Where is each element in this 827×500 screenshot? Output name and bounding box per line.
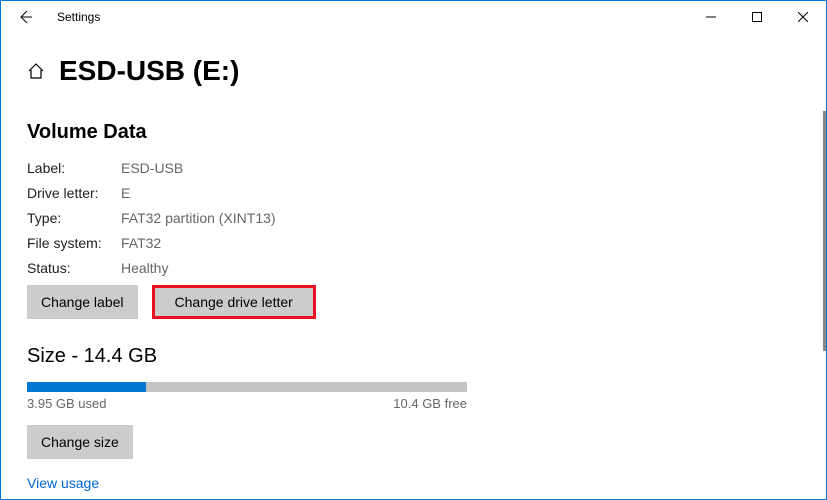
type-value: FAT32 partition (XINT13) xyxy=(121,210,276,226)
change-drive-letter-button[interactable]: Change drive letter xyxy=(152,285,316,319)
status-key: Status: xyxy=(27,260,121,276)
window-title: Settings xyxy=(57,10,100,24)
minimize-button[interactable] xyxy=(688,1,734,33)
label-key: Label: xyxy=(27,160,121,176)
size-section: Size - 14.4 GB 3.95 GB used 10.4 GB free… xyxy=(27,345,826,491)
change-size-button[interactable]: Change size xyxy=(27,425,133,459)
size-heading: Size - 14.4 GB xyxy=(27,345,826,368)
content-area: ESD-USB (E:) Volume Data Label: ESD-USB … xyxy=(1,33,826,491)
free-text: 10.4 GB free xyxy=(393,396,467,411)
label-value: ESD-USB xyxy=(121,160,183,176)
filesystem-value: FAT32 xyxy=(121,235,161,251)
volume-button-row: Change label Change drive letter xyxy=(27,285,826,319)
status-value: Healthy xyxy=(121,260,168,276)
drive-letter-key: Drive letter: xyxy=(27,185,121,201)
label-row: Label: ESD-USB xyxy=(27,160,826,176)
change-label-button[interactable]: Change label xyxy=(27,285,138,319)
storage-progress-bar xyxy=(27,382,467,392)
page-header: ESD-USB (E:) xyxy=(27,55,826,87)
volume-data-table: Label: ESD-USB Drive letter: E Type: FAT… xyxy=(27,160,826,276)
page-title: ESD-USB (E:) xyxy=(59,55,239,87)
status-row: Status: Healthy xyxy=(27,260,826,276)
drive-letter-row: Drive letter: E xyxy=(27,185,826,201)
close-button[interactable] xyxy=(780,1,826,33)
window-controls xyxy=(688,1,826,33)
drive-letter-value: E xyxy=(121,185,130,201)
used-text: 3.95 GB used xyxy=(27,396,107,411)
type-key: Type: xyxy=(27,210,121,226)
filesystem-key: File system: xyxy=(27,235,121,251)
maximize-button[interactable] xyxy=(734,1,780,33)
scrollbar[interactable] xyxy=(823,111,826,351)
usage-labels: 3.95 GB used 10.4 GB free xyxy=(27,396,467,411)
maximize-icon xyxy=(752,12,762,22)
minimize-icon xyxy=(706,12,716,22)
back-button[interactable] xyxy=(11,3,39,31)
filesystem-row: File system: FAT32 xyxy=(27,235,826,251)
type-row: Type: FAT32 partition (XINT13) xyxy=(27,210,826,226)
home-icon[interactable] xyxy=(27,62,45,85)
volume-data-heading: Volume Data xyxy=(27,121,826,144)
view-usage-link[interactable]: View usage xyxy=(27,475,826,491)
arrow-left-icon xyxy=(17,9,33,25)
storage-progress-fill xyxy=(27,382,146,392)
close-icon xyxy=(798,12,808,22)
titlebar: Settings xyxy=(1,1,826,33)
